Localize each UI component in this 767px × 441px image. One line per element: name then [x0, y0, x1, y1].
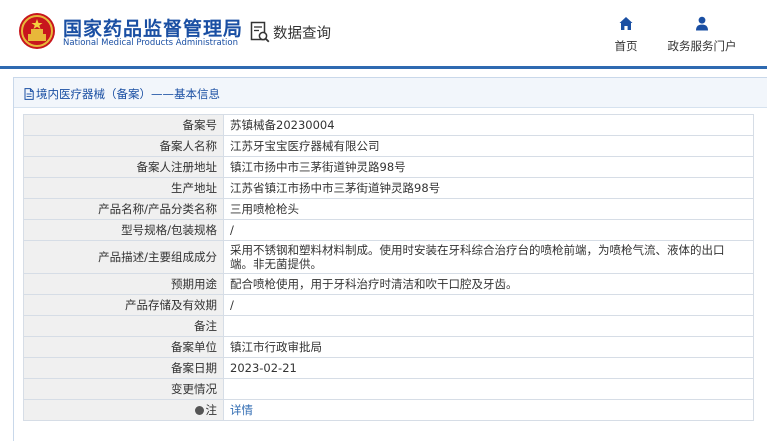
- home-icon: [619, 17, 633, 30]
- table-row: 备案单位 镇江市行政审批局: [23, 336, 754, 358]
- registrant-label: 备案人名称: [23, 135, 224, 157]
- authority-label: 备案单位: [23, 336, 224, 358]
- record-date-label: 备案日期: [23, 357, 224, 379]
- registrant-value: 江苏牙宝宝医疗器械有限公司: [223, 135, 754, 157]
- production-address-label: 生产地址: [23, 177, 224, 199]
- changes-value: [223, 378, 754, 400]
- production-address-value: 江苏省镇江市扬中市三茅街道钟灵路98号: [223, 177, 754, 199]
- description-label: 产品描述/主要组成成分: [23, 240, 224, 274]
- record-no-label: 备案号: [23, 114, 224, 136]
- registrant-address-value: 镇江市扬中市三茅街道钟灵路98号: [223, 156, 754, 178]
- nav-home[interactable]: 首页: [610, 16, 642, 54]
- note-value-cell: 详情: [223, 399, 754, 421]
- remarks-value: [223, 315, 754, 337]
- national-emblem-icon: [19, 13, 55, 49]
- panel-header: 境内医疗器械（备案）——基本信息: [14, 78, 767, 108]
- record-details-table: 备案号 苏镇械备20230004 备案人名称 江苏牙宝宝医疗器械有限公司 备案人…: [23, 114, 754, 421]
- details-link[interactable]: 详情: [230, 403, 253, 417]
- table-row: 产品名称/产品分类名称 三用喷枪枪头: [23, 198, 754, 220]
- data-query-link[interactable]: 数据查询: [250, 20, 331, 44]
- detail-panel: 境内医疗器械（备案）——基本信息 备案号 苏镇械备20230004 备案人名称 …: [13, 77, 767, 441]
- table-row: 注 详情: [23, 399, 754, 421]
- registrant-address-label: 备案人注册地址: [23, 156, 224, 178]
- note-label-cell: 注: [23, 399, 224, 421]
- site-title: 国家药品监督管理局: [63, 18, 244, 40]
- table-row: 产品描述/主要组成成分 采用不锈钢和塑料材料制成。使用时安装在牙科综合治疗台的喷…: [23, 240, 754, 274]
- table-row: 型号规格/包装规格 /: [23, 219, 754, 241]
- breadcrumb-label: 境内医疗器械（备案）——基本信息: [36, 87, 220, 101]
- model-spec-value: /: [223, 219, 754, 241]
- remarks-label: 备注: [23, 315, 224, 337]
- authority-value: 镇江市行政审批局: [223, 336, 754, 358]
- data-query-icon: [250, 21, 270, 43]
- header-divider: [0, 66, 767, 69]
- nav-home-label: 首页: [614, 39, 638, 53]
- table-row: 备注: [23, 315, 754, 337]
- record-no-value: 苏镇械备20230004: [223, 114, 754, 136]
- table-row: 备案号 苏镇械备20230004: [23, 114, 754, 136]
- nav-service-portal[interactable]: 政务服务门户: [664, 16, 740, 54]
- model-spec-label: 型号规格/包装规格: [23, 219, 224, 241]
- product-name-label: 产品名称/产品分类名称: [23, 198, 224, 220]
- changes-label: 变更情况: [23, 378, 224, 400]
- breadcrumb: 境内医疗器械（备案）——基本信息: [24, 86, 220, 102]
- record-date-value: 2023-02-21: [223, 357, 754, 379]
- table-row: 预期用途 配合喷枪使用，用于牙科治疗时清洁和吹干口腔及牙齿。: [23, 273, 754, 295]
- table-row: 变更情况: [23, 378, 754, 400]
- table-row: 产品存储及有效期 /: [23, 294, 754, 316]
- product-name-value: 三用喷枪枪头: [223, 198, 754, 220]
- intended-use-value: 配合喷枪使用，用于牙科治疗时清洁和吹干口腔及牙齿。: [223, 273, 754, 295]
- user-icon: [696, 16, 708, 31]
- intended-use-label: 预期用途: [23, 273, 224, 295]
- storage-value: /: [223, 294, 754, 316]
- info-dot-icon: [194, 406, 204, 415]
- site-header: 国家药品监督管理局 National Medical Products Admi…: [0, 0, 767, 66]
- table-row: 生产地址 江苏省镇江市扬中市三茅街道钟灵路98号: [23, 177, 754, 199]
- note-label: 注: [205, 403, 218, 417]
- description-value: 采用不锈钢和塑料材料制成。使用时安装在牙科综合治疗台的喷枪前端，为喷枪气流、液体…: [223, 240, 754, 274]
- document-icon: [24, 88, 34, 100]
- data-query-label: 数据查询: [273, 25, 331, 42]
- table-row: 备案人名称 江苏牙宝宝医疗器械有限公司: [23, 135, 754, 157]
- site-subtitle: National Medical Products Administration: [63, 38, 238, 48]
- table-row: 备案人注册地址 镇江市扬中市三茅街道钟灵路98号: [23, 156, 754, 178]
- nav-service-portal-label: 政务服务门户: [667, 39, 737, 53]
- storage-label: 产品存储及有效期: [23, 294, 224, 316]
- table-row: 备案日期 2023-02-21: [23, 357, 754, 379]
